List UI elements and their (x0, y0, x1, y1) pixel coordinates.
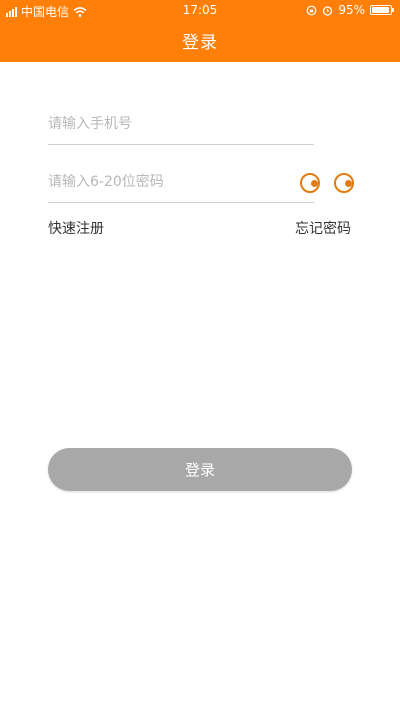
password-field (48, 162, 314, 203)
phone-field (48, 104, 314, 145)
battery-icon (370, 5, 394, 15)
register-link[interactable]: 快速注册 (48, 218, 104, 238)
status-right: 95% (306, 3, 394, 17)
phone-input[interactable] (48, 104, 314, 144)
login-button[interactable]: 登录 (48, 448, 352, 491)
battery-fill (372, 7, 390, 13)
alarm-icon (322, 5, 333, 16)
eye-icon (300, 173, 320, 193)
header-bar: 中国电信 17:05 95% 登录 (0, 0, 400, 62)
page-title: 登录 (182, 33, 218, 53)
forgot-password-link[interactable]: 忘记密码 (295, 218, 351, 238)
password-input[interactable] (48, 162, 314, 202)
login-screen: 中国电信 17:05 95% 登录 请输入手机号 快速注册 忘记密码 登录 (0, 0, 400, 711)
lock-rotation-icon (306, 5, 317, 16)
status-bar: 中国电信 17:05 95% (0, 0, 400, 20)
battery-percent: 95% (338, 3, 365, 17)
eye-icon (334, 173, 354, 193)
password-visibility-toggle[interactable] (300, 171, 354, 195)
